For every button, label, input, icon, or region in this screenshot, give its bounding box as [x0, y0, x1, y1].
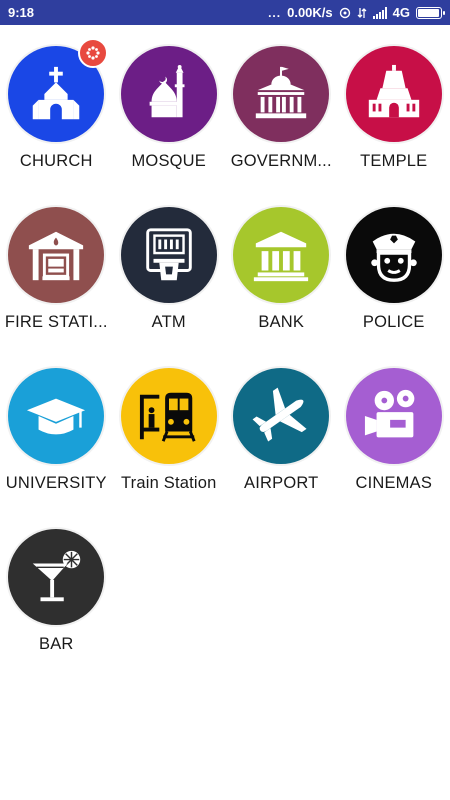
- places-grid: CHURCH MOSQUE GOVERNM... TEMPLE FIRE STA…: [0, 38, 450, 684]
- status-indicators: ... 0.00K/s 4G: [268, 5, 445, 20]
- police-circle: [345, 207, 442, 303]
- tile-temple[interactable]: TEMPLE: [338, 40, 450, 201]
- airport-circle: [233, 368, 330, 464]
- tile-label: MOSQUE: [131, 152, 207, 170]
- notification-dots: ...: [268, 5, 282, 20]
- status-time: 9:18: [8, 5, 35, 20]
- tile-label: UNIVERSITY: [5, 474, 107, 492]
- tile-government[interactable]: GOVERNM...: [225, 40, 338, 201]
- hotspot-icon: [339, 7, 351, 19]
- cocktail-icon: [33, 550, 81, 602]
- government-circle: [233, 46, 330, 142]
- tile-mosque[interactable]: MOSQUE: [113, 40, 226, 201]
- tile-fire-station[interactable]: FIRE STATI...: [0, 201, 113, 362]
- bar-circle: [8, 529, 105, 625]
- fire-station-icon: [29, 231, 84, 281]
- university-circle: [8, 368, 105, 464]
- tile-bank[interactable]: BANK: [225, 201, 338, 362]
- train-icon: [139, 392, 196, 442]
- tile-label: BAR: [38, 635, 74, 653]
- atm-icon: [145, 228, 192, 281]
- tile-train-station[interactable]: Train Station: [113, 362, 226, 523]
- network-speed: 0.00K/s: [287, 5, 333, 20]
- fire-station-circle: [8, 207, 105, 303]
- network-type: 4G: [392, 5, 410, 20]
- data-transfer-icon: [357, 7, 367, 19]
- tile-label: CHURCH: [19, 152, 93, 170]
- tile-airport[interactable]: AIRPORT: [225, 362, 338, 523]
- airplane-icon: [252, 387, 307, 442]
- tile-badge[interactable]: [78, 38, 109, 68]
- tile-label: TEMPLE: [360, 152, 428, 170]
- tile-label: Train Station: [120, 474, 217, 492]
- tile-atm[interactable]: ATM: [113, 201, 226, 362]
- tile-cinemas[interactable]: CINEMAS: [338, 362, 450, 523]
- graduation-cap-icon: [27, 398, 86, 435]
- movie-camera-icon: [364, 389, 415, 438]
- tile-bar[interactable]: BAR: [0, 523, 113, 684]
- tile-label: BANK: [258, 313, 305, 331]
- church-circle: [8, 38, 109, 142]
- church-icon: [33, 66, 80, 120]
- status-bar: 9:18 ... 0.00K/s 4G: [0, 0, 450, 25]
- tile-label: FIRE STATI...: [4, 313, 108, 331]
- tile-label: CINEMAS: [355, 474, 433, 492]
- temple-icon: [368, 64, 419, 118]
- mosque-icon: [149, 64, 185, 118]
- mosque-circle: [120, 46, 217, 142]
- tile-university[interactable]: UNIVERSITY: [0, 362, 113, 523]
- government-building-icon: [256, 66, 307, 119]
- atm-circle: [120, 207, 217, 303]
- settings-flower-icon: [86, 46, 100, 60]
- bank-circle: [233, 207, 330, 303]
- cinemas-circle: [345, 368, 442, 464]
- temple-circle: [345, 46, 442, 142]
- signal-icon: [372, 6, 387, 19]
- tile-label: GOVERNM...: [230, 152, 332, 170]
- police-icon: [370, 233, 417, 282]
- tile-police[interactable]: POLICE: [338, 201, 450, 362]
- tile-label: AIRPORT: [244, 474, 319, 492]
- battery-icon: [416, 6, 445, 19]
- bank-icon: [254, 231, 309, 282]
- tile-church[interactable]: CHURCH: [0, 38, 113, 201]
- train-station-circle: [120, 368, 217, 464]
- tile-label: ATM: [151, 313, 186, 331]
- tile-label: POLICE: [362, 313, 425, 331]
